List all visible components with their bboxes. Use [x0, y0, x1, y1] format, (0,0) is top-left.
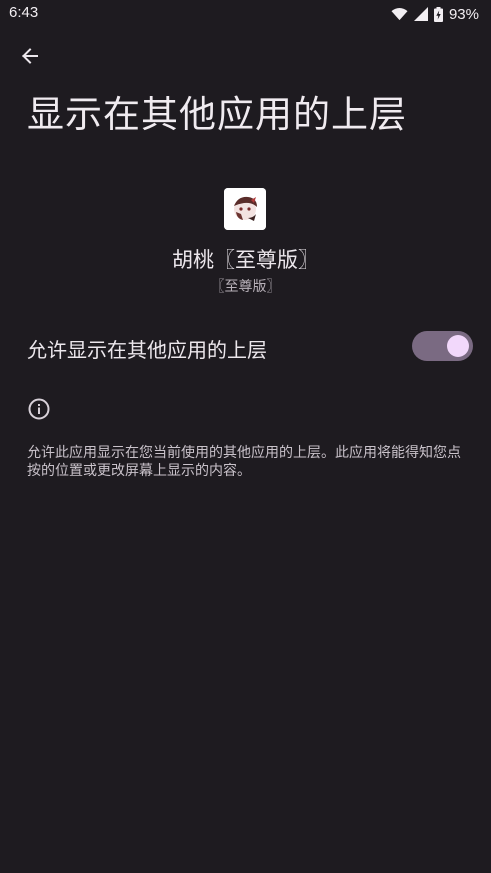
back-button[interactable] [14, 40, 46, 72]
status-time: 6:43 [9, 4, 39, 21]
arrow-back-icon [22, 48, 38, 64]
signal-icon [413, 7, 428, 21]
info-icon [28, 398, 50, 420]
screen: 6:43 93% 显示在其他应用的上层 胡桃〖至尊版〗 〖至尊版〗 允许显示在其… [0, 0, 491, 873]
overlay-permission-toggle[interactable] [412, 331, 473, 361]
status-icons: 93% [391, 4, 479, 24]
permission-row[interactable]: 允许显示在其他应用的上层 [0, 318, 491, 376]
app-icon [224, 188, 266, 230]
wifi-icon [391, 8, 408, 21]
permission-description: 允许此应用显示在您当前使用的其他应用的上层。此应用将能得知您点按的位置或更改屏幕… [27, 445, 461, 479]
battery-charging-icon [433, 6, 443, 22]
permission-label: 允许显示在其他应用的上层 [27, 338, 267, 362]
toggle-thumb [447, 335, 469, 357]
page-title: 显示在其他应用的上层 [27, 93, 407, 136]
status-bar: 6:43 93% [0, 0, 491, 28]
battery-percent: 93% [448, 5, 479, 23]
app-name: 胡桃〖至尊版〗 [172, 248, 319, 272]
app-subname: 〖至尊版〗 [210, 279, 281, 295]
